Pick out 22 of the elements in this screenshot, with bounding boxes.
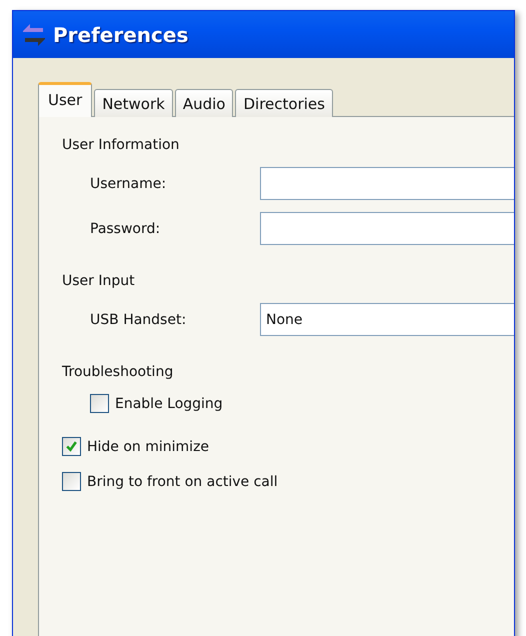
checkbox[interactable] <box>62 437 81 456</box>
tab[interactable]: Audio <box>174 89 234 117</box>
section-heading: Troubleshooting <box>62 364 174 380</box>
field-label: USB Handset: <box>89 312 188 328</box>
arrows-icon <box>21 22 47 48</box>
section-heading: User Information <box>62 137 180 153</box>
checkbox-label: Enable Logging <box>115 396 223 412</box>
dropdown[interactable]: None <box>260 303 514 336</box>
field-label: Password: <box>89 220 162 236</box>
field-label: Username: <box>89 176 168 192</box>
tab[interactable]: User <box>38 82 92 117</box>
window-title: Preferences <box>53 22 188 46</box>
tab[interactable]: Network <box>94 89 173 117</box>
section-heading: User Input <box>62 273 136 289</box>
input-field[interactable] <box>260 167 514 200</box>
checkbox-label: Bring to front on active call <box>87 474 278 490</box>
checkmark-icon <box>65 440 78 453</box>
checkbox-label: Hide on minimize <box>87 438 210 454</box>
checkbox[interactable] <box>62 472 81 491</box>
password-field[interactable] <box>260 212 514 245</box>
tab[interactable]: Directories <box>235 89 333 117</box>
checkbox[interactable] <box>90 394 109 413</box>
